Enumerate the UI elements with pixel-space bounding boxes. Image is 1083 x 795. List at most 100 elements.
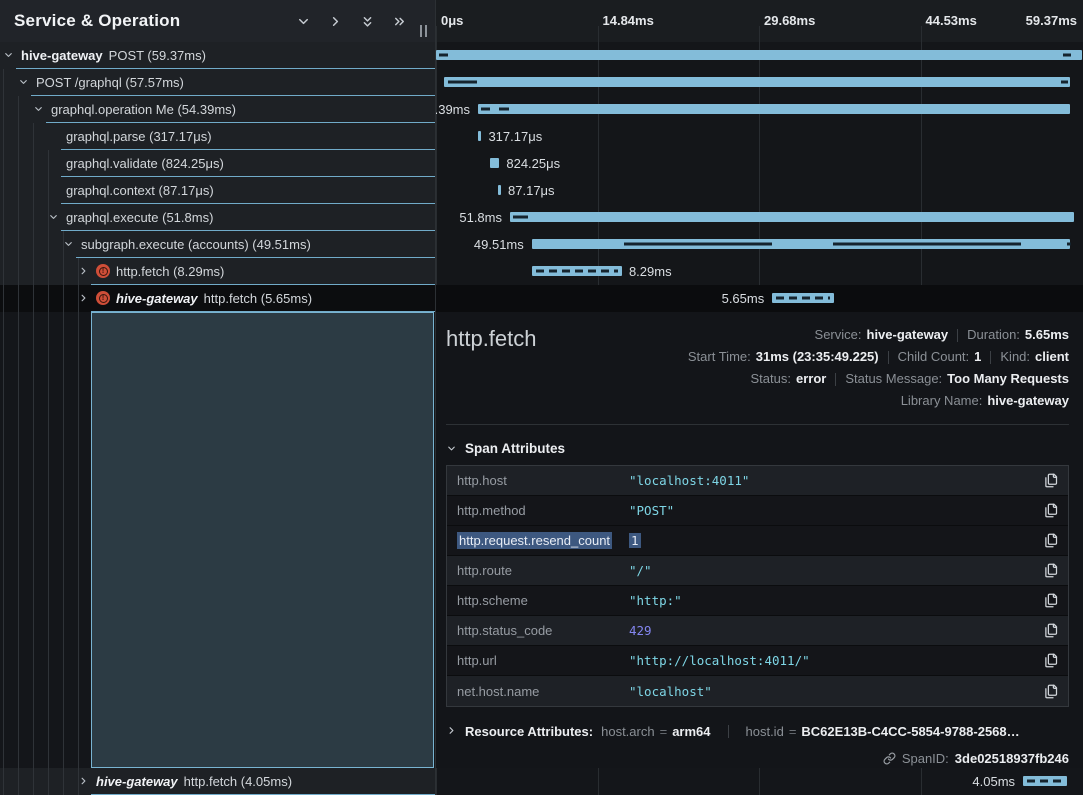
span-timeline-row[interactable]: 51.8ms: [436, 204, 1083, 231]
attribute-row[interactable]: http.method"POST": [447, 496, 1068, 526]
operation-label: http.fetch (8.29ms): [116, 264, 224, 279]
attribute-row[interactable]: http.status_code429: [447, 616, 1068, 646]
axis-tick-label: 44.53ms: [926, 13, 977, 28]
chevrons-down-button[interactable]: [360, 14, 375, 29]
attribute-key: http.scheme: [447, 593, 629, 608]
span-tree-row[interactable]: hive-gatewayPOST (59.37ms): [0, 42, 435, 69]
span-tree-row[interactable]: graphql.parse (317.17μs): [0, 123, 435, 150]
span-tree-row[interactable]: hive-gatewayhttp.fetch (4.05ms): [0, 768, 435, 795]
span-id-value: 3de02518937fb246: [955, 751, 1069, 766]
chevron-right-icon: [446, 725, 457, 736]
resource-key: host.id: [746, 724, 784, 739]
copy-button[interactable]: [1034, 533, 1068, 548]
span-timeline-row[interactable]: 824.25μs: [436, 150, 1083, 177]
copy-button[interactable]: [1034, 623, 1068, 638]
span-bar[interactable]: [478, 131, 481, 141]
span-bar[interactable]: [498, 185, 501, 195]
attribute-row[interactable]: net.host.name"localhost": [447, 676, 1068, 706]
divider: [446, 424, 1069, 425]
span-bar[interactable]: [532, 239, 1071, 249]
copy-icon: [1044, 623, 1059, 638]
meta-label: Duration:: [967, 324, 1020, 346]
span-timeline-row[interactable]: 317.17μs: [436, 123, 1083, 150]
chevron-down-icon: [296, 14, 311, 29]
operation-label: graphql.parse (317.17μs): [66, 129, 212, 144]
span-tree-row[interactable]: subgraph.execute (accounts) (49.51ms): [0, 231, 435, 258]
attribute-row[interactable]: http.host"localhost:4011": [447, 466, 1068, 496]
span-tree-row[interactable]: graphql.operation Me (54.39ms): [0, 96, 435, 123]
copy-button[interactable]: [1034, 473, 1068, 488]
operation-label: subgraph.execute (accounts) (49.51ms): [81, 237, 311, 252]
child-span-mark: [1063, 54, 1072, 57]
attribute-row[interactable]: http.route"/": [447, 556, 1068, 586]
span-timeline-row[interactable]: 8.29ms: [436, 258, 1083, 285]
meta-value: error: [796, 368, 826, 390]
chevron-down-button[interactable]: [296, 14, 311, 29]
chevron-right-icon: [78, 776, 89, 787]
expand-chevron-icon[interactable]: [48, 212, 59, 223]
copy-icon: [1044, 653, 1059, 668]
attribute-value: 1: [629, 533, 1034, 548]
attribute-row[interactable]: http.request.resend_count1: [447, 526, 1068, 556]
copy-button[interactable]: [1034, 503, 1068, 518]
attribute-key: net.host.name: [447, 684, 629, 699]
meta-label: Service:: [815, 324, 862, 346]
span-timeline-row[interactable]: [436, 42, 1083, 69]
attribute-row[interactable]: http.scheme"http:": [447, 586, 1068, 616]
span-tree-row[interactable]: POST /graphql (57.57ms): [0, 69, 435, 96]
span-bar[interactable]: [478, 104, 1070, 114]
child-span-mark: [481, 108, 490, 111]
span-tree-row[interactable]: !http.fetch (8.29ms): [0, 258, 435, 285]
span-tree-row[interactable]: !hive-gatewayhttp.fetch (5.65ms): [0, 285, 435, 312]
span-bar[interactable]: [772, 293, 833, 303]
span-bar[interactable]: [444, 77, 1070, 87]
selected-span-expanded-region: [91, 312, 434, 768]
expand-chevron-icon[interactable]: [78, 266, 89, 277]
expand-chevron-icon[interactable]: [78, 293, 89, 304]
span-bar[interactable]: [1023, 776, 1067, 786]
span-timeline-row[interactable]: 49.51ms: [436, 231, 1083, 258]
copy-button[interactable]: [1034, 684, 1068, 699]
chevron-right-icon: [78, 266, 89, 277]
trace-viewer: Service & Operation hive-gatewayPOST (59…: [0, 0, 1083, 795]
expand-chevron-icon[interactable]: [3, 50, 14, 61]
span-bar[interactable]: [510, 212, 1074, 222]
span-tree-row[interactable]: graphql.execute (51.8ms): [0, 204, 435, 231]
span-tree-row[interactable]: graphql.context (87.17μs): [0, 177, 435, 204]
span-bar[interactable]: [436, 50, 1082, 60]
copy-button[interactable]: [1034, 593, 1068, 608]
span-timeline-row[interactable]: 87.17μs: [436, 177, 1083, 204]
expand-chevron-icon[interactable]: [18, 77, 29, 88]
span-bar[interactable]: [532, 266, 622, 276]
attribute-key: http.host: [447, 473, 629, 488]
resource-attribute: host.arch=arm64: [601, 724, 710, 739]
grid-line: [436, 26, 437, 42]
indent-guide: [78, 258, 79, 795]
span-timeline-row[interactable]: 4.05ms: [436, 768, 1083, 795]
resource-attributes-row[interactable]: Resource Attributes:host.arch=arm64host.…: [446, 719, 1069, 743]
span-duration-label: 87.17μs: [508, 177, 555, 204]
span-tree-row[interactable]: graphql.validate (824.25μs): [0, 150, 435, 177]
span-tree-row-inner: POST /graphql (57.57ms): [31, 69, 435, 96]
span-bar[interactable]: [490, 158, 499, 168]
copy-icon: [1044, 503, 1059, 518]
span-timeline-row[interactable]: 57.57ms: [436, 69, 1083, 96]
expand-chevron-icon[interactable]: [33, 104, 44, 115]
expand-chevron-icon[interactable]: [78, 776, 89, 787]
expand-chevron-icon[interactable]: [63, 239, 74, 250]
span-attributes-header[interactable]: Span Attributes: [446, 439, 1069, 457]
span-timeline-row[interactable]: 54.39ms: [436, 96, 1083, 123]
operation-label: http.fetch (5.65ms): [204, 291, 312, 306]
panel-resize-handle[interactable]: [420, 25, 427, 37]
copy-button[interactable]: [1034, 563, 1068, 578]
copy-icon: [1044, 473, 1059, 488]
span-timeline-row[interactable]: 5.65ms: [436, 285, 1083, 312]
meta-line: Library Name:hive-gateway: [688, 390, 1069, 412]
child-span-mark: [448, 81, 477, 84]
chevrons-right-button[interactable]: [392, 14, 407, 29]
span-tree-row-inner: graphql.execute (51.8ms): [61, 204, 435, 231]
chevron-right-button[interactable]: [328, 14, 343, 29]
attribute-key: http.url: [447, 653, 629, 668]
copy-button[interactable]: [1034, 653, 1068, 668]
attribute-row[interactable]: http.url"http://localhost:4011/": [447, 646, 1068, 676]
